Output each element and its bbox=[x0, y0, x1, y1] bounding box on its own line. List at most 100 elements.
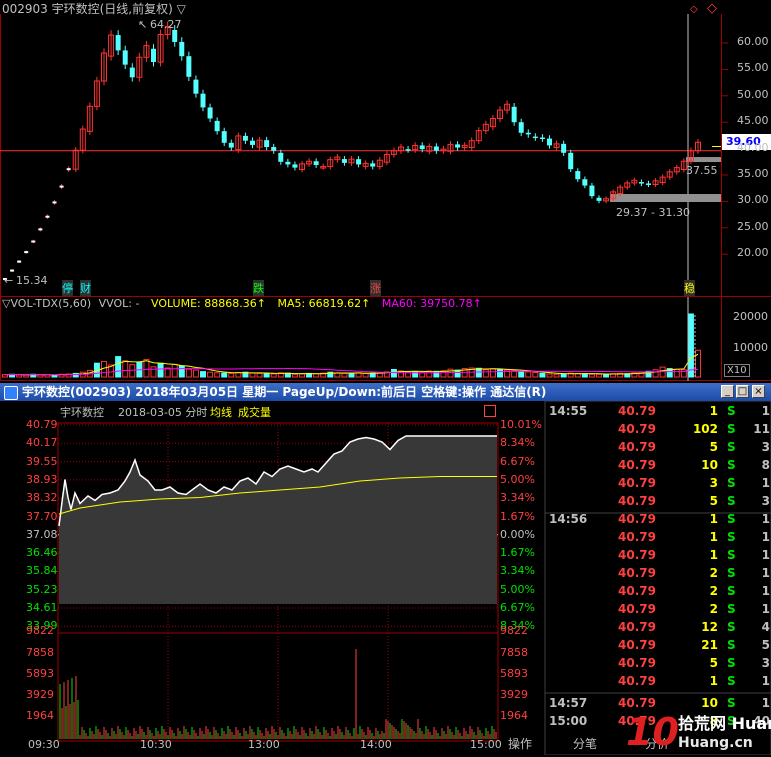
intraday-pct-tick: 5.00% bbox=[500, 472, 535, 486]
daily-candle-body bbox=[532, 136, 538, 139]
tick-side: S bbox=[727, 476, 736, 490]
daily-candle-body bbox=[66, 168, 71, 171]
daily-candle-body bbox=[193, 79, 199, 94]
tick-count: 1 bbox=[761, 602, 770, 616]
high-price-label: 64.27 bbox=[150, 18, 182, 31]
intraday-price-tick: 35.23 bbox=[26, 582, 58, 596]
tick-side: S bbox=[727, 638, 736, 652]
daily-candle-body bbox=[214, 120, 220, 132]
tick-count: 1 bbox=[761, 530, 770, 544]
daily-candle-body bbox=[31, 240, 36, 243]
high-arrow-icon: ↖ bbox=[138, 18, 148, 31]
minimize-button[interactable]: _ bbox=[721, 385, 734, 398]
tick-time: 14:57 bbox=[549, 696, 588, 710]
tick-vol: 1 bbox=[709, 512, 718, 526]
vol-tick-10000: 10000 bbox=[733, 341, 768, 354]
intraday-pct-tick: 1.67% bbox=[500, 546, 535, 560]
tick-price: 40.79 bbox=[618, 494, 656, 508]
daily-candle-body bbox=[433, 146, 439, 151]
daily-candle-body bbox=[525, 132, 531, 135]
daily-candle-body bbox=[250, 140, 255, 145]
low-price-label: 15.34 bbox=[16, 274, 48, 287]
tick-price: 40.79 bbox=[618, 638, 656, 652]
tick-side: S bbox=[727, 584, 736, 598]
event-marker: 财 bbox=[80, 280, 91, 296]
tick-side: S bbox=[727, 404, 736, 418]
event-marker: 涨 bbox=[370, 280, 381, 296]
vol-tick-20000: 20000 bbox=[733, 310, 768, 323]
daily-candle-body bbox=[596, 197, 602, 201]
watermark-text: 拾荒网 Huang.cn bbox=[678, 714, 771, 733]
daily-candle-body bbox=[52, 201, 57, 204]
volume-bar bbox=[497, 369, 503, 378]
intraday-date: 2018-03-05 分时 bbox=[118, 406, 208, 419]
ma5-value: MA5: 66819.62↑ bbox=[277, 297, 371, 310]
daily-chart-header: 002903 宇环数控(日线,前复权) ▽ bbox=[2, 2, 186, 16]
tick-side: S bbox=[727, 440, 736, 454]
tick-price: 40.79 bbox=[618, 440, 656, 454]
maximize-button[interactable]: □ bbox=[736, 385, 749, 398]
daily-candle-body bbox=[264, 140, 270, 148]
tab-operation[interactable]: 操作 bbox=[500, 733, 540, 755]
restore-icon[interactable] bbox=[484, 405, 496, 417]
daily-candle-body bbox=[115, 35, 121, 51]
tick-price: 40.79 bbox=[618, 476, 656, 490]
tick-price: 40.79 bbox=[618, 422, 656, 436]
intraday-vol-tick-left: 1964 bbox=[26, 709, 54, 722]
tick-count: 4 bbox=[761, 620, 770, 634]
tick-price: 40.79 bbox=[618, 656, 656, 670]
daily-candle-body bbox=[228, 142, 234, 148]
tick-vol: 5 bbox=[709, 494, 718, 508]
daily-candle-body bbox=[129, 67, 135, 78]
popup-title: 宇环数控(002903) 2018年03月05日 星期一 PageUp/Down… bbox=[22, 385, 547, 399]
popup-titlebar[interactable]: 宇环数控(002903) 2018年03月05日 星期一 PageUp/Down… bbox=[0, 383, 771, 401]
tick-price: 40.79 bbox=[618, 458, 656, 472]
tick-vol: 1 bbox=[709, 674, 718, 688]
intraday-popup-window[interactable]: 宇环数控(002903) 2018年03月05日 星期一 PageUp/Down… bbox=[0, 383, 771, 755]
tick-side: S bbox=[727, 674, 736, 688]
tick-side: S bbox=[727, 422, 736, 436]
tab-tick[interactable]: 分笔 bbox=[560, 733, 610, 755]
volume-indicator-title[interactable]: ▽VOL-TDX(5,60) bbox=[2, 297, 91, 310]
intraday-pct-tick: 1.67% bbox=[500, 509, 535, 523]
tick-count: 3 bbox=[761, 656, 770, 670]
daily-candle-body bbox=[122, 50, 128, 65]
daily-candle-body bbox=[207, 107, 213, 119]
daily-kline-svg[interactable] bbox=[0, 0, 771, 297]
tick-vol: 2 bbox=[709, 602, 718, 616]
volume-indicator-panel[interactable]: ▽VOL-TDX(5,60) VVOL: - VOLUME: 88868.36↑… bbox=[0, 297, 771, 381]
daily-candle-body bbox=[638, 182, 644, 184]
tick-vol: 5 bbox=[709, 440, 718, 454]
intraday-time-tick: 15:00 bbox=[470, 738, 502, 751]
daily-candle-body bbox=[589, 185, 595, 197]
vvol-value: VVOL: - bbox=[98, 297, 140, 310]
intraday-pct-tick: 5.00% bbox=[500, 582, 535, 596]
daily-candle-body bbox=[370, 163, 376, 167]
daily-candle-body bbox=[172, 29, 178, 42]
intraday-time-tick: 13:00 bbox=[248, 738, 280, 751]
intraday-time-tick: 10:30 bbox=[140, 738, 172, 751]
daily-candle-body bbox=[405, 149, 411, 151]
close-button[interactable]: × bbox=[752, 385, 765, 398]
tick-count: 1 bbox=[761, 476, 770, 490]
intraday-pct-tick: 10.01% bbox=[500, 418, 542, 431]
daily-candle-body bbox=[561, 143, 567, 153]
daily-candle-body bbox=[285, 161, 291, 165]
intraday-price-tick: 40.17 bbox=[26, 436, 58, 450]
daily-ytick-label: 45.00 bbox=[737, 114, 769, 128]
volume-bar bbox=[581, 373, 588, 378]
volume-legend-label: 成交量 bbox=[238, 406, 271, 419]
intraday-price-tick: 37.70 bbox=[26, 509, 58, 523]
intraday-stock-name: 宇环数控 bbox=[60, 406, 104, 419]
tick-vol: 10 bbox=[701, 458, 718, 472]
volume-bar bbox=[518, 371, 525, 378]
tick-price: 40.79 bbox=[618, 530, 656, 544]
tick-count: 1 bbox=[761, 512, 770, 526]
daily-kline-chart[interactable]: 002903 宇环数控(日线,前复权) ▽ ◇ ◇ 64.27 15.34 ← … bbox=[0, 0, 771, 297]
daily-candle-body bbox=[186, 56, 192, 77]
intraday-vol-tick-left: 9822 bbox=[26, 624, 54, 637]
tick-time: 15:00 bbox=[549, 714, 588, 728]
daily-candle-body bbox=[582, 179, 588, 186]
daily-candle-body bbox=[455, 144, 461, 148]
daily-candle-body bbox=[568, 152, 574, 170]
